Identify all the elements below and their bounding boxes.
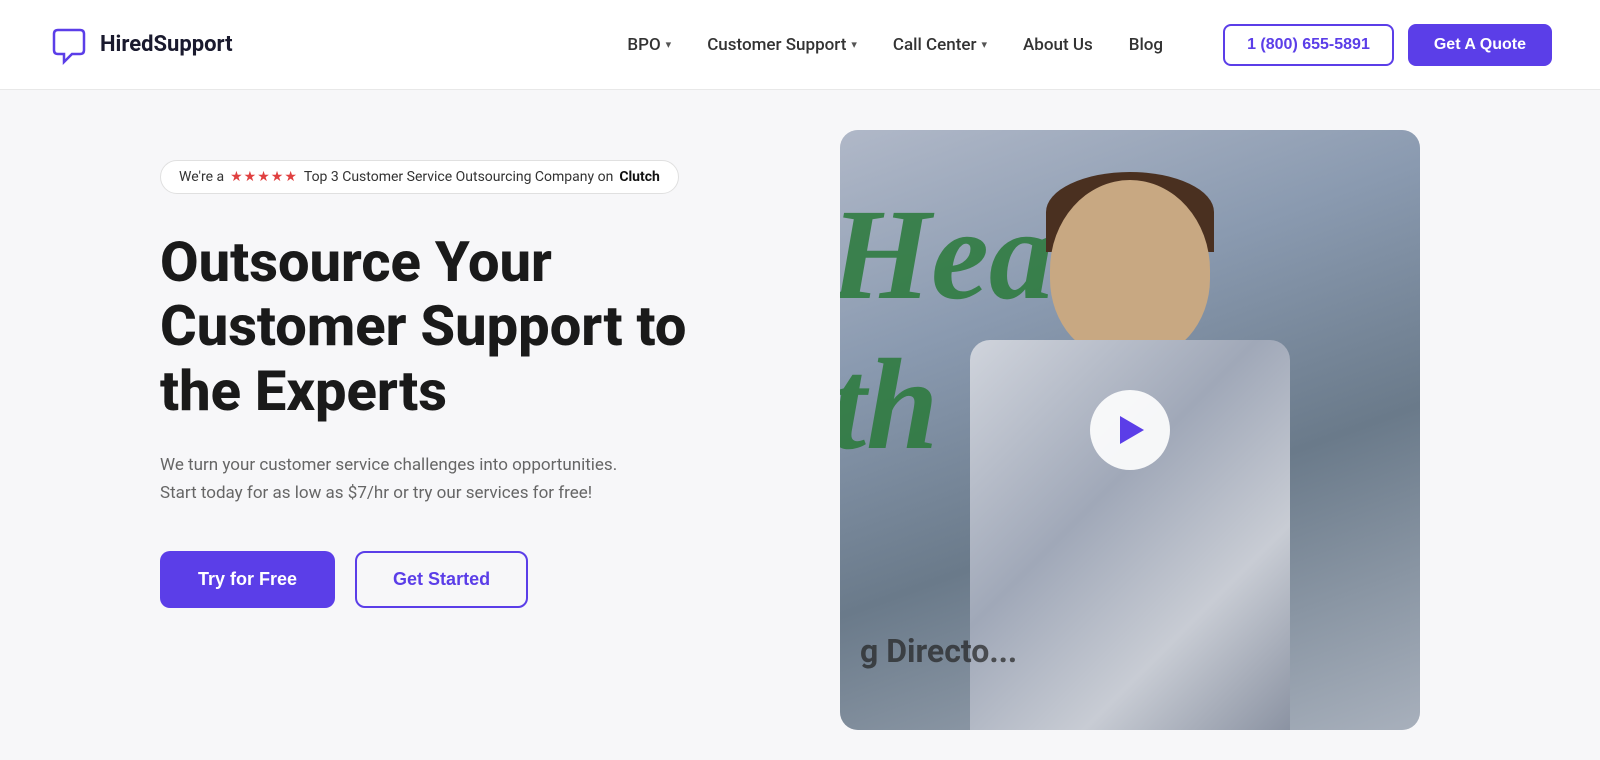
logo-icon [48, 24, 90, 66]
hero-buttons: Try for Free Get Started [160, 551, 780, 608]
play-icon [1120, 416, 1144, 444]
badge-brand: Clutch [619, 169, 660, 185]
chevron-down-icon: ▾ [666, 38, 672, 51]
hero-title: Outsource Your Customer Support to the E… [160, 230, 780, 423]
hero-right: Heal th g Directo... [840, 130, 1420, 730]
badge-text: We're a [179, 169, 224, 185]
chevron-down-icon: ▾ [982, 38, 988, 51]
navbar: HiredSupport BPO ▾ Customer Support ▾ Ca… [0, 0, 1600, 90]
hero-description: We turn your customer service challenges… [160, 451, 640, 507]
rating-badge: We're a ★★★★★ Top 3 Customer Service Out… [160, 160, 679, 194]
background-text-2: th [840, 330, 938, 480]
video-container[interactable]: Heal th g Directo... [840, 130, 1420, 730]
hero-left: We're a ★★★★★ Top 3 Customer Service Out… [160, 140, 780, 608]
nav-item-blog[interactable]: Blog [1129, 35, 1163, 55]
play-button[interactable] [1090, 390, 1170, 470]
nav-item-about[interactable]: About Us [1023, 35, 1093, 55]
nav-item-bpo[interactable]: BPO ▾ [627, 35, 671, 55]
try-free-button[interactable]: Try for Free [160, 551, 335, 608]
get-quote-button[interactable]: Get A Quote [1408, 24, 1552, 66]
star-rating: ★★★★★ [230, 169, 298, 185]
nav-actions: 1 (800) 655-5891 Get A Quote [1223, 24, 1552, 66]
phone-button[interactable]: 1 (800) 655-5891 [1223, 24, 1394, 66]
logo-area[interactable]: HiredSupport [48, 24, 233, 66]
chevron-down-icon: ▾ [851, 38, 857, 51]
nav-item-call-center[interactable]: Call Center ▾ [893, 35, 987, 55]
nav-item-customer-support[interactable]: Customer Support ▾ [707, 35, 857, 55]
nav-links: BPO ▾ Customer Support ▾ Call Center ▾ A… [627, 35, 1163, 55]
hero-section: We're a ★★★★★ Top 3 Customer Service Out… [0, 90, 1600, 760]
get-started-button[interactable]: Get Started [355, 551, 528, 608]
person-head [1050, 180, 1210, 360]
badge-suffix: Top 3 Customer Service Outsourcing Compa… [304, 169, 613, 185]
brand-name: HiredSupport [100, 32, 233, 57]
